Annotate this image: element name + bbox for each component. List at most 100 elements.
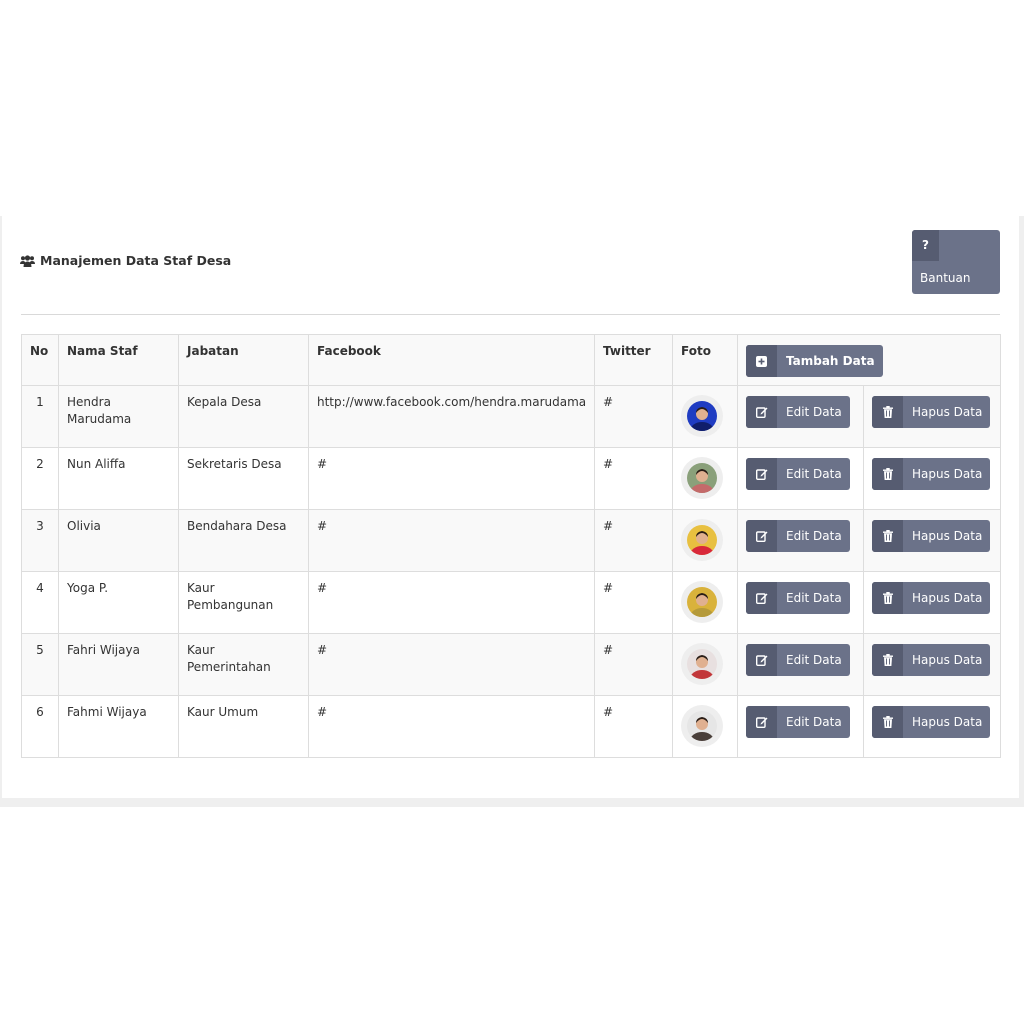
avatar [687, 587, 717, 617]
users-icon [20, 254, 35, 267]
edit-data-label: Edit Data [786, 404, 842, 419]
delete-data-label: Hapus Data [912, 714, 983, 729]
delete-data-button[interactable]: Hapus Data [872, 520, 991, 552]
avatar-frame [681, 519, 723, 561]
cell-position: Bendahara Desa [178, 509, 309, 572]
cell-photo [672, 633, 738, 696]
add-data-label: Tambah Data [786, 353, 875, 368]
edit-icon [746, 582, 777, 614]
cell-twitter: # [594, 571, 673, 634]
edit-data-button[interactable]: Edit Data [746, 706, 850, 738]
delete-data-button[interactable]: Hapus Data [872, 458, 991, 490]
cell-name: Nun Aliffa [58, 447, 179, 510]
cell-twitter: # [594, 509, 673, 572]
cell-facebook: # [308, 633, 595, 696]
staff-table: No Nama Staf Jabatan Facebook Twitter Fo… [21, 334, 1002, 758]
trash-icon [872, 458, 903, 490]
cell-twitter: # [594, 447, 673, 510]
delete-data-label: Hapus Data [912, 652, 983, 667]
column-header-twitter: Twitter [594, 334, 673, 386]
cell-position: Sekretaris Desa [178, 447, 309, 510]
delete-data-button[interactable]: Hapus Data [872, 582, 991, 614]
edit-data-button[interactable]: Edit Data [746, 582, 850, 614]
edit-icon [746, 706, 777, 738]
delete-data-label: Hapus Data [912, 466, 983, 481]
cell-no: 2 [21, 447, 59, 510]
delete-data-button[interactable]: Hapus Data [872, 644, 991, 676]
cell-edit: Edit Data [737, 385, 864, 448]
edit-data-label: Edit Data [786, 714, 842, 729]
edit-data-label: Edit Data [786, 528, 842, 543]
cell-no: 5 [21, 633, 59, 696]
question-icon: ? [912, 230, 939, 261]
column-header-facebook: Facebook [308, 334, 595, 386]
trash-icon [872, 706, 903, 738]
edit-data-button[interactable]: Edit Data [746, 644, 850, 676]
trash-icon [872, 644, 903, 676]
trash-icon [872, 520, 903, 552]
cell-delete: Hapus Data [862, 447, 1002, 510]
avatar-frame [681, 395, 723, 437]
avatar [687, 463, 717, 493]
cell-facebook: # [308, 509, 595, 572]
table-row: 4 Yoga P. Kaur Pembangunan # # Edit Data Hapus… [21, 571, 1002, 634]
column-header-actions: Tambah Data [736, 334, 1002, 386]
column-header-name: Nama Staf [58, 334, 179, 386]
cell-photo [672, 571, 738, 634]
cell-position: Kaur Pemerintahan [178, 633, 309, 696]
cell-position: Kaur Pembangunan [178, 571, 309, 634]
cell-name: Fahri Wijaya [58, 633, 179, 696]
cell-twitter: # [594, 695, 673, 758]
table-row: 1 Hendra Marudama Kepala Desa http://www.fa… [21, 385, 1002, 448]
cell-twitter: # [594, 385, 673, 448]
add-data-button[interactable]: Tambah Data [746, 345, 883, 377]
cell-photo [672, 385, 738, 448]
panel-title: Manajemen Data Staf Desa [20, 253, 231, 268]
cell-edit: Edit Data [737, 509, 864, 572]
cell-name: Yoga P. [58, 571, 179, 634]
cell-delete: Hapus Data [862, 385, 1002, 448]
plus-square-icon [746, 345, 777, 377]
delete-data-button[interactable]: Hapus Data [872, 706, 991, 738]
cell-edit: Edit Data [737, 633, 864, 696]
cell-photo [672, 509, 738, 572]
edit-data-button[interactable]: Edit Data [746, 520, 850, 552]
cell-position: Kaur Umum [178, 695, 309, 758]
panel-title-text: Manajemen Data Staf Desa [40, 253, 232, 268]
cell-facebook: # [308, 695, 595, 758]
column-header-no: No [21, 334, 59, 386]
cell-photo [672, 695, 738, 758]
edit-data-button[interactable]: Edit Data [746, 458, 850, 490]
trash-icon [872, 582, 903, 614]
cell-name: Fahmi Wijaya [58, 695, 179, 758]
cell-name: Hendra Marudama [58, 385, 179, 448]
cell-position: Kepala Desa [178, 385, 309, 448]
column-header-photo: Foto [672, 334, 738, 386]
avatar-frame [681, 457, 723, 499]
edit-icon [746, 520, 777, 552]
table-header-row: No Nama Staf Jabatan Facebook Twitter Fo… [21, 334, 1002, 386]
cell-delete: Hapus Data [862, 571, 1002, 634]
delete-data-button[interactable]: Hapus Data [872, 396, 991, 428]
edit-data-label: Edit Data [786, 652, 842, 667]
cell-no: 4 [21, 571, 59, 634]
cell-facebook: # [308, 571, 595, 634]
delete-data-label: Hapus Data [912, 590, 983, 605]
delete-data-label: Hapus Data [912, 404, 983, 419]
edit-icon [746, 644, 777, 676]
cell-facebook: # [308, 447, 595, 510]
help-button[interactable]: ? Bantuan [912, 230, 1000, 294]
column-header-position: Jabatan [178, 334, 309, 386]
cell-delete: Hapus Data [862, 633, 1002, 696]
divider [21, 314, 1000, 315]
cell-name: Olivia [58, 509, 179, 572]
cell-edit: Edit Data [737, 571, 864, 634]
avatar [687, 711, 717, 741]
cell-no: 1 [21, 385, 59, 448]
edit-data-button[interactable]: Edit Data [746, 396, 850, 428]
avatar [687, 525, 717, 555]
table-row: 5 Fahri Wijaya Kaur Pemerintahan # # Edit Dat… [21, 633, 1002, 696]
delete-data-label: Hapus Data [912, 528, 983, 543]
edit-icon [746, 458, 777, 490]
cell-photo [672, 447, 738, 510]
